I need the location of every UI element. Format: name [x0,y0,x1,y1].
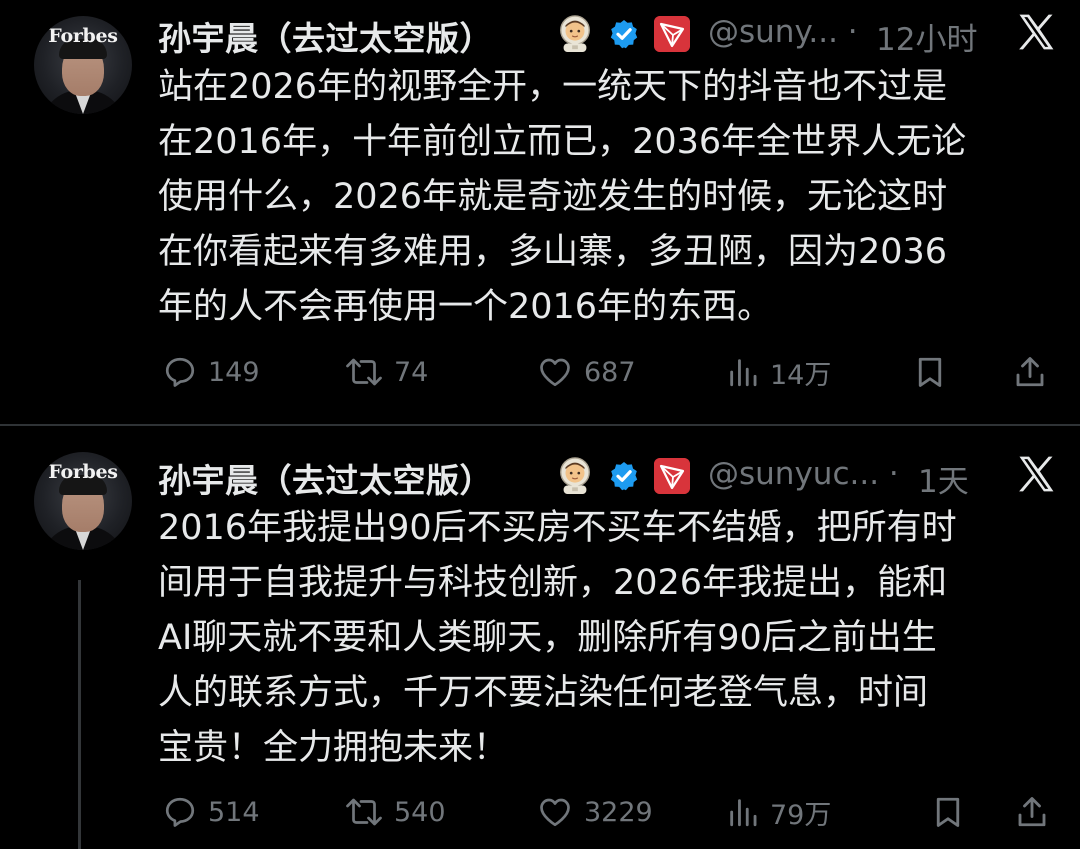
bookmark-icon [936,797,960,827]
tweet[interactable]: Forbes 孙宇晨（去过太空版） @sunyuc... · 1天 2016年我… [0,432,1080,849]
repost-button[interactable]: 74 [344,352,428,392]
tweet[interactable]: Forbes 孙宇晨（去过太空版） @suny... · 12小时 站在2026… [0,0,1080,420]
tron-logo-icon [654,16,690,52]
author-name[interactable]: 孙宇晨（去过太空版） [158,454,493,502]
tweet-text-line: 站在2026年的视野全开，一统天下的抖音也不过是 [158,67,948,107]
astronaut-icon [560,15,590,52]
tweet-text-line: 使用什么，2026年就是奇迹发生的时候，无论这时 [158,177,948,217]
tweet-text-line: AI聊天就不要和人类聊天，删除所有90后之前出生 [158,618,937,658]
views-button[interactable]: 14万 [726,352,831,392]
timestamp[interactable]: 12小时 [876,14,977,59]
views-count: 79万 [770,799,832,831]
share-icon [1016,357,1044,387]
like-button[interactable]: 687 [536,352,636,392]
like-count: 687 [584,356,636,388]
verified-badge-icon [610,462,638,491]
like-button[interactable]: 3229 [536,792,653,832]
share-button[interactable] [1014,792,1050,832]
x-logo-icon [1019,14,1054,50]
repost-icon [346,358,382,386]
tweet-text-line: 在你看起来有多难用，多山寨，多丑陋，因为2036 [158,232,948,272]
author-name[interactable]: 孙宇晨（去过太空版） [158,12,493,60]
tweet-text-line: 宝贵！全力拥抱未来！ [158,728,509,768]
author-handle[interactable]: @sunyuc... · [708,456,899,492]
share-icon [1018,797,1046,827]
avatar[interactable]: Forbes [34,452,132,550]
separator-dot: · [847,14,858,50]
views-chart-icon [730,359,757,387]
tweet-divider [0,424,1080,426]
tweet-text: 2016年我提出90后不买房不买车不结婚，把所有时 间用于自我提升与科技创新，2… [158,501,1058,776]
views-chart-icon [730,799,757,827]
reply-icon [165,357,195,387]
tweet-header: 孙宇晨（去过太空版） @suny... · 12小时 [158,10,1068,59]
x-logo-icon [1019,456,1054,492]
tweet-text-line: 年的人不会再使用一个2016年的东西。 [158,287,773,327]
separator-dot: · [888,456,899,492]
repost-count: 540 [394,796,446,828]
heart-icon [540,358,570,387]
share-button[interactable] [1012,352,1048,392]
repost-count: 74 [394,356,429,388]
astronaut-icon [560,457,590,494]
repost-button[interactable]: 540 [344,792,446,832]
views-count: 14万 [770,359,832,391]
bookmark-button[interactable] [912,352,948,392]
like-count: 3229 [584,796,653,828]
repost-icon [346,798,382,826]
heart-icon [540,798,570,827]
tweet-text-line: 人的联系方式，千万不要沾染任何老登气息，时间 [158,673,929,713]
reply-icon [165,797,195,827]
author-handle[interactable]: @suny... · [708,14,858,50]
thread-line [78,580,81,849]
tweet-actions: 149 74 687 14万 [158,352,1058,392]
tweet-actions: 514 540 3229 79万 [158,792,1058,832]
tweet-text-line: 在2016年，十年前创立而已，2036年全世界人无论 [158,122,967,162]
reply-count: 149 [208,356,260,388]
tweet-header: 孙宇晨（去过太空版） @sunyuc... · 1天 [158,452,1068,501]
reply-button[interactable]: 149 [162,352,260,392]
bookmark-icon [918,357,942,387]
tweet-text: 站在2026年的视野全开，一统天下的抖音也不过是 在2016年，十年前创立而已，… [158,60,1058,335]
tron-logo-icon [654,458,690,494]
bookmark-button[interactable] [930,792,966,832]
handle-text: @suny... [708,14,838,50]
timestamp[interactable]: 1天 [918,456,969,501]
avatar-forbes-logo: Forbes [48,461,118,483]
avatar-forbes-logo: Forbes [48,25,118,47]
avatar[interactable]: Forbes [34,16,132,114]
reply-button[interactable]: 514 [162,792,260,832]
reply-count: 514 [208,796,260,828]
tweet-text-line: 2016年我提出90后不买房不买车不结婚，把所有时 [158,508,957,548]
handle-text: @sunyuc... [708,456,880,492]
tweet-text-line: 间用于自我提升与科技创新，2026年我提出，能和 [158,563,948,603]
verified-badge-icon [610,20,638,49]
views-button[interactable]: 79万 [726,792,831,832]
